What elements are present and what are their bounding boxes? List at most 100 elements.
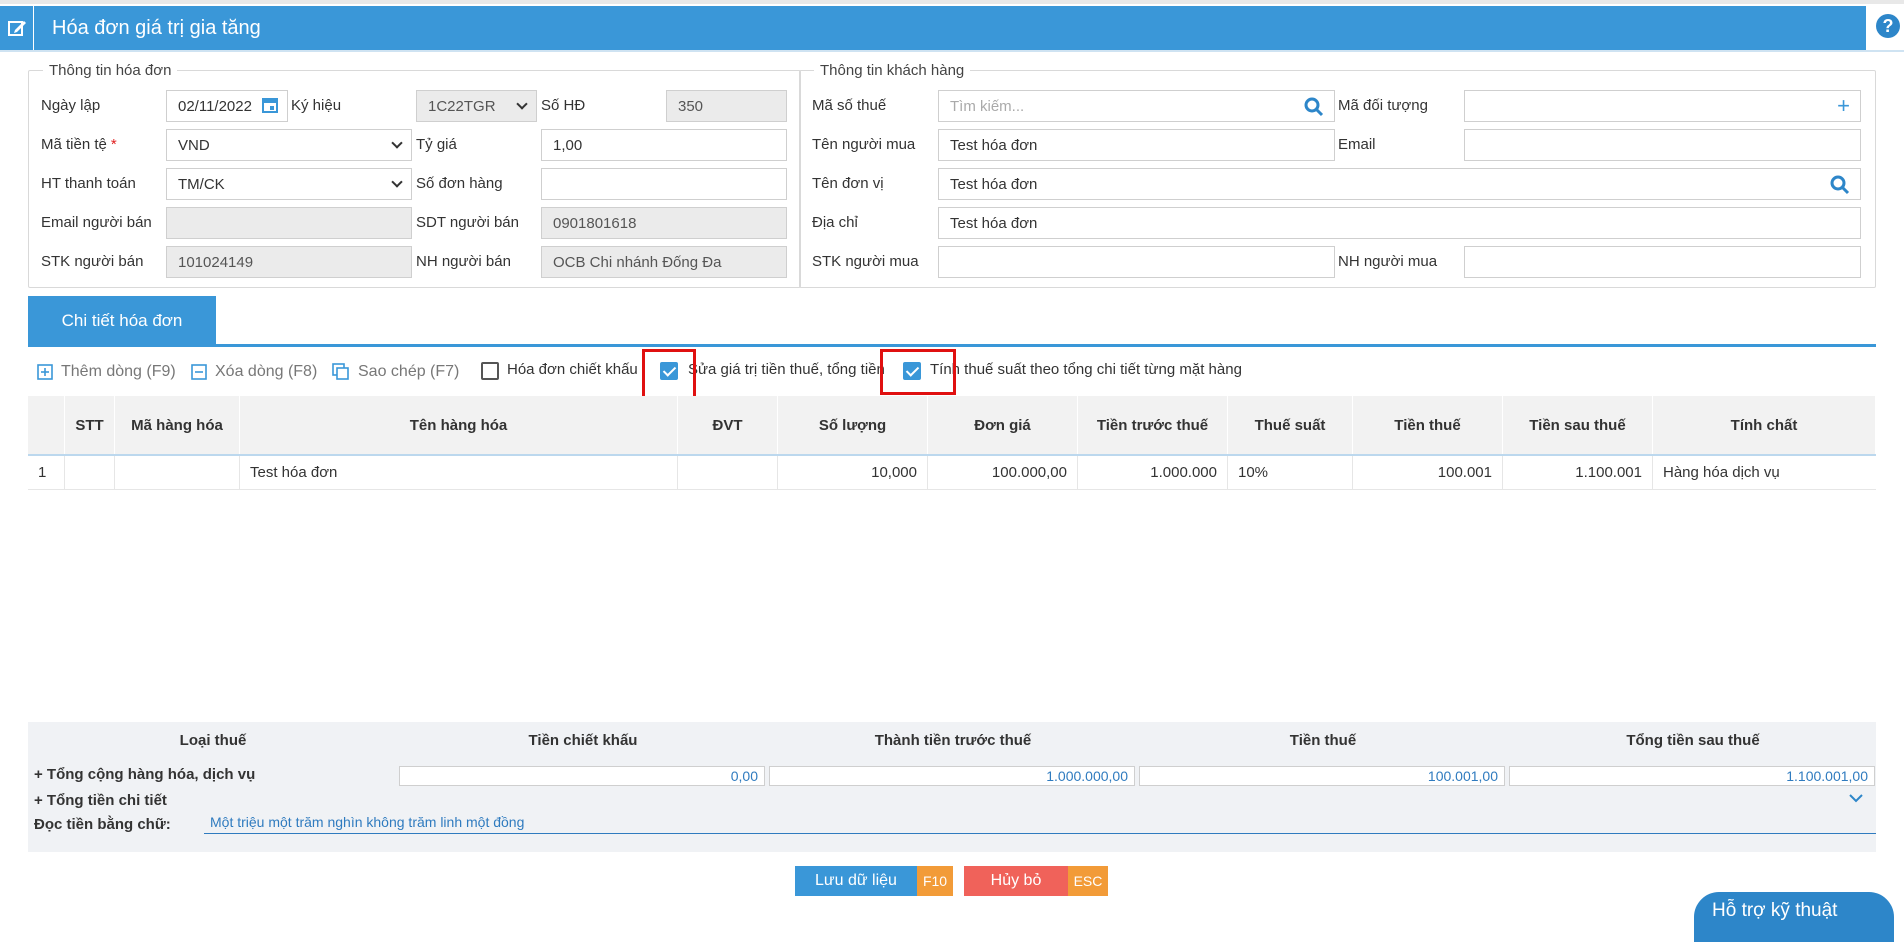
email-nguoi-ban-label: Email người bán bbox=[41, 214, 152, 231]
cell-thue-suat[interactable]: 10% bbox=[1228, 456, 1353, 489]
column-header-selector bbox=[28, 396, 65, 454]
cell-stt[interactable] bbox=[65, 456, 115, 489]
nh-nguoi-ban-label: NH người bán bbox=[416, 253, 511, 270]
table-row[interactable]: 1 Test hóa đơn 10,000 100.000,00 1.000.0… bbox=[28, 456, 1876, 490]
total-discount-field[interactable]: 0,00 bbox=[399, 766, 765, 786]
copy-label: Sao chép (F7) bbox=[358, 363, 460, 380]
so-hd-input[interactable]: 350 bbox=[666, 90, 787, 122]
copy-icon bbox=[332, 363, 349, 380]
cell-tien-sau-thue[interactable]: 1.100.001 bbox=[1503, 456, 1653, 489]
cell-ma-hang-hoa[interactable] bbox=[115, 456, 240, 489]
chevron-down-icon bbox=[516, 98, 528, 110]
ht-thanh-toan-value: TM/CK bbox=[178, 175, 225, 193]
cell-ten-hang-hoa[interactable]: Test hóa đơn bbox=[240, 456, 678, 489]
ma-so-thue-label: Mã số thuế bbox=[812, 97, 887, 114]
search-icon[interactable] bbox=[1830, 175, 1850, 195]
total-tax-field[interactable]: 100.001,00 bbox=[1139, 766, 1505, 786]
ten-don-vi-value: Test hóa đơn bbox=[950, 175, 1038, 193]
so-don-hang-input[interactable] bbox=[541, 168, 787, 200]
ten-don-vi-input[interactable]: Test hóa đơn bbox=[938, 168, 1861, 200]
email-nguoi-ban-input[interactable] bbox=[166, 207, 412, 239]
highlight-box bbox=[642, 349, 696, 399]
stk-nguoi-ban-value: 101024149 bbox=[178, 253, 254, 271]
sdt-nguoi-ban-input[interactable]: 0901801618 bbox=[541, 207, 787, 239]
ten-nguoi-mua-value: Test hóa đơn bbox=[950, 136, 1038, 154]
save-label: Lưu dữ liệu bbox=[795, 866, 917, 896]
chevron-down-icon[interactable] bbox=[1848, 792, 1864, 804]
summary-panel: Loại thuế Tiền chiết khấu Thành tiền trư… bbox=[28, 722, 1876, 852]
dia-chi-input[interactable]: Test hóa đơn bbox=[938, 207, 1861, 239]
total-after-tax-field[interactable]: 1.100.001,00 bbox=[1509, 766, 1875, 786]
cancel-shortcut: ESC bbox=[1068, 866, 1108, 896]
sdt-nguoi-ban-value: 0901801618 bbox=[553, 214, 637, 232]
column-header[interactable]: Tên hàng hóa bbox=[240, 396, 678, 454]
tab-chi-tiet-hoa-don[interactable]: Chi tiết hóa đơn bbox=[28, 296, 216, 346]
ma-tien-te-select[interactable]: VND bbox=[166, 129, 412, 161]
ht-thanh-toan-select[interactable]: TM/CK bbox=[166, 168, 412, 200]
ty-gia-label: Tỷ giá bbox=[416, 136, 457, 153]
top-border bbox=[0, 0, 1904, 4]
cell-dvt[interactable] bbox=[678, 456, 778, 489]
dia-chi-value: Test hóa đơn bbox=[950, 214, 1038, 232]
save-shortcut: F10 bbox=[917, 866, 953, 896]
save-button[interactable]: Lưu dữ liệu F10 bbox=[795, 866, 953, 896]
column-header[interactable]: Tiền trước thuế bbox=[1078, 396, 1228, 454]
so-hd-label: Số HĐ bbox=[541, 97, 586, 114]
column-header[interactable]: Số lượng bbox=[778, 396, 928, 454]
total-goods-label[interactable]: + Tổng cộng hàng hóa, dịch vụ bbox=[34, 766, 255, 783]
cell-tien-truoc-thue[interactable]: 1.000.000 bbox=[1078, 456, 1228, 489]
column-header[interactable]: Mã hàng hóa bbox=[115, 396, 240, 454]
search-icon[interactable] bbox=[1304, 97, 1324, 117]
copy-button[interactable]: Sao chép (F7) bbox=[332, 360, 459, 384]
column-header[interactable]: ĐVT bbox=[678, 396, 778, 454]
ma-tien-te-text: Mã tiền tệ bbox=[41, 136, 107, 153]
nh-nguoi-mua-input[interactable] bbox=[1464, 246, 1861, 278]
column-header[interactable]: Thuế suất bbox=[1228, 396, 1353, 454]
ma-so-thue-placeholder: Tìm kiếm... bbox=[950, 97, 1025, 115]
nh-nguoi-ban-input[interactable]: OCB Chi nhánh Đống Đa bbox=[541, 246, 787, 278]
ma-tien-te-value: VND bbox=[178, 136, 210, 154]
column-header[interactable]: Tiền thuế bbox=[1353, 396, 1503, 454]
total-before-tax-field[interactable]: 1.000.000,00 bbox=[769, 766, 1135, 786]
column-header[interactable]: Tính chất bbox=[1653, 396, 1876, 454]
nh-nguoi-ban-value: OCB Chi nhánh Đống Đa bbox=[553, 253, 722, 271]
cell-tinh-chat[interactable]: Hàng hóa dịch vụ bbox=[1653, 456, 1876, 489]
discount-invoice-checkbox[interactable] bbox=[481, 362, 499, 380]
detail-total-label[interactable]: + Tổng tiền chi tiết bbox=[34, 792, 167, 809]
cell-so-luong[interactable]: 10,000 bbox=[778, 456, 928, 489]
cell-tien-thue[interactable]: 100.001 bbox=[1353, 456, 1503, 489]
ty-gia-input[interactable]: 1,00 bbox=[541, 129, 787, 161]
ma-so-thue-input[interactable]: Tìm kiếm... bbox=[938, 90, 1335, 122]
amount-in-words-field[interactable]: Một triệu một trăm nghìn không trăm linh… bbox=[204, 814, 1876, 834]
ten-nguoi-mua-input[interactable]: Test hóa đơn bbox=[938, 129, 1335, 161]
email-input[interactable] bbox=[1464, 129, 1861, 161]
ngay-lap-input[interactable]: 02/11/2022 bbox=[166, 90, 288, 122]
calendar-icon[interactable] bbox=[261, 96, 279, 114]
summary-header: Tiền chiết khấu bbox=[528, 732, 638, 749]
customer-info-legend: Thông tin khách hàng bbox=[820, 62, 965, 79]
minus-square-icon bbox=[191, 364, 207, 380]
title-divider bbox=[0, 50, 1904, 52]
ma-doi-tuong-input[interactable]: + bbox=[1464, 90, 1861, 122]
required-mark: * bbox=[110, 136, 117, 153]
delete-row-button[interactable]: Xóa dòng (F8) bbox=[191, 360, 317, 384]
edit-tax-label: Sửa giá trị tiền thuế, tổng tiền bbox=[688, 361, 885, 378]
ngay-lap-label: Ngày lập bbox=[41, 97, 101, 114]
add-icon[interactable]: + bbox=[1837, 93, 1850, 119]
column-header[interactable]: Tiền sau thuế bbox=[1503, 396, 1653, 454]
ky-hieu-select[interactable]: 1C22TGR bbox=[416, 90, 537, 122]
help-icon[interactable]: ? bbox=[1876, 14, 1900, 38]
summary-header: Thành tiền trước thuế bbox=[874, 732, 1032, 749]
column-header[interactable]: Đơn giá bbox=[928, 396, 1078, 454]
cancel-button[interactable]: Hủy bỏ ESC bbox=[964, 866, 1108, 896]
ty-gia-value: 1,00 bbox=[553, 136, 583, 154]
technical-support-button[interactable]: Hỗ trợ kỹ thuật bbox=[1694, 892, 1894, 942]
ten-nguoi-mua-label: Tên người mua bbox=[812, 136, 916, 153]
stk-nguoi-mua-input[interactable] bbox=[938, 246, 1335, 278]
discount-invoice-label: Hóa đơn chiết khấu bbox=[507, 361, 638, 378]
column-header[interactable]: STT bbox=[65, 396, 115, 454]
cell-don-gia[interactable]: 100.000,00 bbox=[928, 456, 1078, 489]
ma-doi-tuong-label: Mã đối tượng bbox=[1338, 97, 1428, 114]
stk-nguoi-ban-input[interactable]: 101024149 bbox=[166, 246, 412, 278]
add-row-button[interactable]: Thêm dòng (F9) bbox=[37, 360, 176, 384]
